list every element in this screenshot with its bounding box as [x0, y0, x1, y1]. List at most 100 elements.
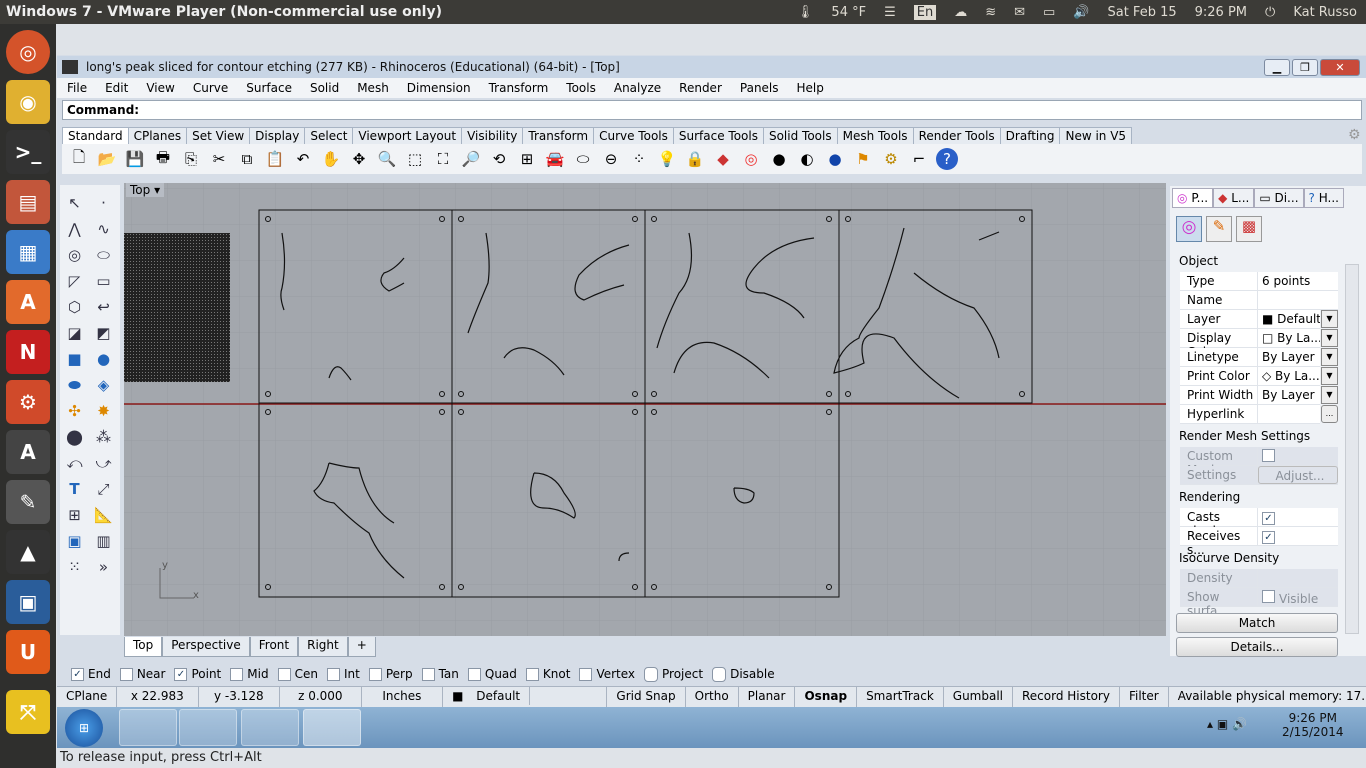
chevron-down-icon[interactable]: ▾ [154, 183, 160, 197]
texture-mapping-icon[interactable]: ▩ [1236, 216, 1262, 242]
menu-help[interactable]: Help [787, 81, 832, 95]
inkscape-icon[interactable]: ▲ [6, 530, 50, 574]
osnap-int-checkbox[interactable] [326, 667, 340, 681]
osnap-knot-checkbox[interactable] [525, 667, 539, 681]
flag-icon[interactable]: ⚑ [852, 148, 874, 170]
paste-icon[interactable]: 📋 [264, 148, 286, 170]
save-icon[interactable]: 💾 [124, 148, 146, 170]
menu-edit[interactable]: Edit [95, 81, 136, 95]
zoom-selected-icon[interactable]: 🔎 [460, 148, 482, 170]
circle-icon[interactable]: ◎ [60, 242, 89, 268]
add-viewport-icon[interactable]: + [347, 637, 376, 657]
filter-toggle[interactable]: Filter [1120, 687, 1169, 707]
gimp-icon[interactable]: ✎ [6, 480, 50, 524]
osnap-end-checkbox[interactable]: ✓ [71, 667, 84, 681]
select-icon[interactable]: ⬭ [572, 148, 594, 170]
import-icon[interactable]: ⎘ [180, 148, 202, 170]
ellipse-icon[interactable]: ⬭ [89, 242, 118, 268]
print-color-dropdown[interactable]: ▼ [1321, 367, 1338, 385]
split-icon[interactable]: ⤻ [89, 450, 118, 476]
hatch-icon[interactable]: ▥ [89, 528, 118, 554]
dimension-icon[interactable]: ⤢ [89, 476, 118, 502]
light-icon[interactable]: 💡 [656, 148, 678, 170]
points-icon[interactable]: ⁘ [628, 148, 650, 170]
record-history-toggle[interactable]: Record History [1013, 687, 1120, 707]
color-wheel-icon[interactable]: ◎ [740, 148, 762, 170]
chrome-icon[interactable]: ◉ [6, 80, 50, 124]
tab-drafting[interactable]: Drafting [999, 127, 1061, 144]
writer-icon[interactable]: ▦ [6, 230, 50, 274]
tab-mesh-tools[interactable]: Mesh Tools [836, 127, 914, 144]
cut-icon[interactable]: ✂ [208, 148, 230, 170]
menu-surface[interactable]: Surface [236, 81, 300, 95]
osnap-point-checkbox[interactable]: ✓ [174, 667, 188, 681]
print-width-dropdown[interactable]: ▼ [1321, 386, 1338, 404]
rendered-icon[interactable]: ◐ [796, 148, 818, 170]
linetype-dropdown[interactable]: ▼ [1321, 348, 1338, 366]
undo-icon[interactable]: ↶ [292, 148, 314, 170]
material-icon[interactable]: ✎ [1206, 216, 1232, 242]
text-icon[interactable]: T [60, 476, 89, 502]
menu-icon[interactable]: ☰ [884, 5, 896, 20]
layer-dropdown[interactable]: ▼ [1321, 310, 1338, 328]
chrome-taskbar-icon[interactable] [241, 709, 299, 746]
tab-help[interactable]: ? H... [1303, 188, 1344, 208]
zoom-extents-icon[interactable]: ⛶ [432, 148, 454, 170]
update-icon[interactable]: A [6, 430, 50, 474]
help-icon[interactable]: ? [936, 148, 958, 170]
cloud-icon[interactable]: ☁ [954, 5, 967, 20]
panel-scrollbar[interactable] [1345, 264, 1359, 634]
menu-panels[interactable]: Panels [730, 81, 787, 95]
zoom-icon[interactable]: 🔍 [376, 148, 398, 170]
cylinder-icon[interactable]: ⬬ [60, 372, 89, 398]
cplane-icon[interactable]: ⊖ [600, 148, 622, 170]
maximize-button[interactable]: ❐ [1292, 58, 1318, 76]
car-icon[interactable]: 🚘 [544, 148, 566, 170]
arc-icon[interactable]: ◸ [60, 268, 89, 294]
start-button[interactable]: ⊞ [65, 709, 103, 747]
receives-shadows-checkbox[interactable]: ✓ [1262, 531, 1275, 544]
osnap-mid-checkbox[interactable] [230, 667, 244, 681]
tab-visibility[interactable]: Visibility [461, 127, 524, 144]
smarttrack-toggle[interactable]: SmartTrack [857, 687, 944, 707]
rectangle-icon[interactable]: ▭ [89, 268, 118, 294]
curve-icon[interactable]: ∿ [89, 216, 118, 242]
explorer-taskbar-icon[interactable] [119, 709, 177, 746]
ortho-toggle[interactable]: Ortho [686, 687, 739, 707]
close-button[interactable]: ✕ [1320, 58, 1360, 76]
menu-analyze[interactable]: Analyze [604, 81, 669, 95]
osnap-near-checkbox[interactable] [119, 667, 133, 681]
details-button[interactable]: Details... [1176, 637, 1338, 657]
lock-icon[interactable]: 🔒 [684, 148, 706, 170]
menu-dimension[interactable]: Dimension [397, 81, 479, 95]
date[interactable]: Sat Feb 15 [1107, 5, 1176, 20]
render-box-icon[interactable]: ▣ [60, 528, 89, 554]
files-icon[interactable]: ▤ [6, 180, 50, 224]
vmware-icon[interactable]: ⤧ [6, 690, 50, 734]
tab-viewport-layout[interactable]: Viewport Layout [352, 127, 463, 144]
osnap-vertex-checkbox[interactable] [579, 667, 593, 681]
screenshot-icon[interactable]: ▣ [6, 580, 50, 624]
more-icon[interactable]: » [89, 554, 118, 580]
array-icon[interactable]: ⊞ [60, 502, 89, 528]
wifi-icon[interactable]: ≋ [985, 5, 996, 20]
menu-render[interactable]: Render [669, 81, 730, 95]
media-player-taskbar-icon[interactable] [179, 709, 237, 746]
undo-view-icon[interactable]: ⟲ [488, 148, 510, 170]
tab-standard[interactable]: Standard [62, 127, 129, 144]
tab-cplanes[interactable]: CPlanes [127, 127, 188, 144]
menu-view[interactable]: View [136, 81, 182, 95]
settings-icon[interactable]: ⚙ [6, 380, 50, 424]
osnap-disable-toggle[interactable] [712, 666, 727, 682]
current-layer[interactable]: ■ Default [443, 687, 608, 707]
tab-layers[interactable]: ◆ L... [1213, 188, 1255, 208]
cplane-label[interactable]: CPlane [57, 687, 117, 707]
ubuntu-one-icon[interactable]: U [6, 630, 50, 674]
snap-icon[interactable]: ⌐ [908, 148, 930, 170]
menu-tools[interactable]: Tools [556, 81, 604, 95]
menu-solid[interactable]: Solid [300, 81, 347, 95]
polygon-icon[interactable]: ⬡ [60, 294, 89, 320]
tab-transform[interactable]: Transform [522, 127, 595, 144]
new-icon[interactable]: 🗋 [68, 148, 90, 170]
menu-mesh[interactable]: Mesh [347, 81, 397, 95]
